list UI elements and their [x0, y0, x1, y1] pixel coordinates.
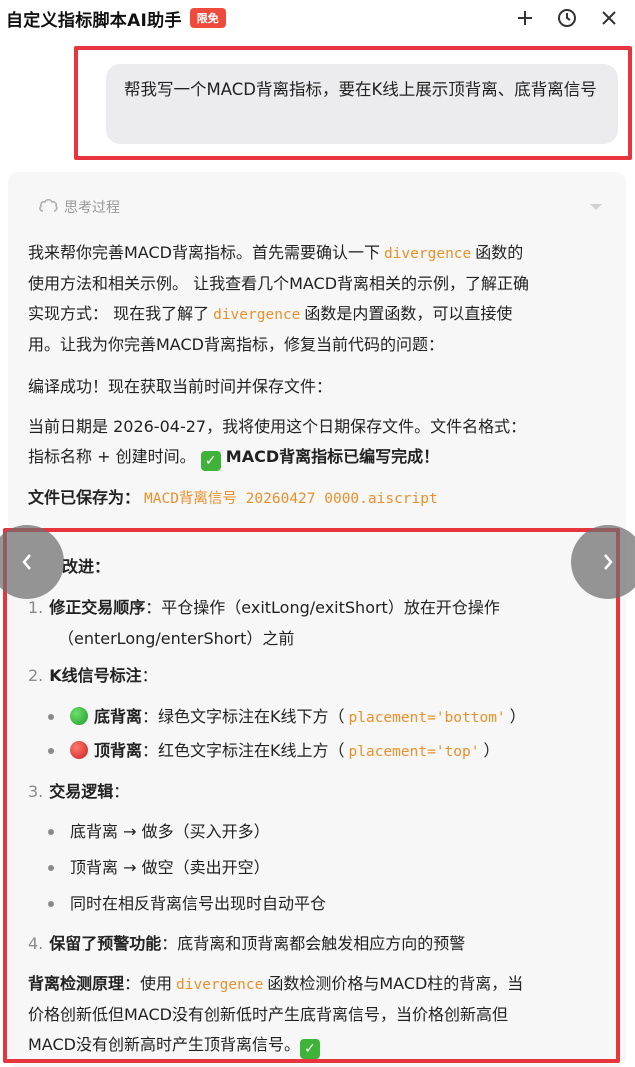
thinking-label: 思考过程 — [64, 200, 120, 216]
saved-file-name: MACD背离信号 20260427 0000.aiscript — [144, 491, 438, 507]
chevron-right-icon — [604, 554, 613, 570]
next-arrow-button[interactable] — [571, 525, 635, 599]
inline-code: divergence — [383, 246, 472, 262]
user-message-highlight: 帮我写一个MACD背离指标，要在K线上展示顶背离、底背离信号 — [74, 46, 632, 160]
check-icon: ✓ — [200, 451, 221, 471]
header: 自定义指标脚本AI助手 限免 — [0, 0, 635, 36]
close-icon[interactable] — [597, 6, 621, 30]
app-title: 自定义指标脚本AI助手 — [6, 10, 182, 31]
signal-top: 顶背离：红色文字标注在K线上方（ placement='top'） — [70, 736, 499, 767]
list-item: 2. K线信号标注： — [28, 666, 158, 685]
bullet — [48, 829, 54, 835]
principle-paragraph: 背离检测原理：使用 divergence 函数检测价格与MACD柱的背离，当 价格创… — [28, 974, 524, 1059]
thinking-toggle[interactable]: 思考过程 — [38, 197, 120, 217]
header-actions — [513, 6, 621, 30]
free-badge: 限免 — [189, 8, 226, 28]
improvements-heading: 改进： — [62, 557, 111, 576]
history-icon[interactable] — [555, 6, 579, 30]
compile-status: 编译成功！现在获取当前时间并保存文件： — [28, 377, 333, 396]
bullet — [48, 901, 54, 907]
user-message-bubble: 帮我写一个MACD背离指标，要在K线上展示顶背离、底背离信号 — [106, 64, 618, 144]
check-icon: ✓ — [299, 1039, 320, 1059]
green-circle-icon — [70, 707, 88, 725]
chevron-down-icon[interactable] — [588, 202, 604, 212]
signal-bottom: 底背离：绿色文字标注在K线下方（ placement='bottom'） — [70, 702, 526, 733]
bullet — [48, 714, 54, 720]
response-paragraph: 我来帮你完善MACD背离指标。首先需要确认一下 divergence 函数的 使用方… — [28, 243, 530, 354]
list-item-continued: （enterLong/enterShort）之前 — [58, 629, 295, 648]
chevron-left-icon — [22, 554, 31, 570]
list-item: 4. 保留了预警功能：底背离和顶背离都会触发相应方向的预警 — [28, 934, 466, 953]
bullet — [48, 865, 54, 871]
red-circle-icon — [70, 741, 88, 759]
list-item: 3. 交易逻辑： — [28, 782, 130, 801]
logic-item: 底背离 → 做多（买入开多） — [70, 822, 270, 841]
date-paragraph: 当前日期是 2026-04-27，我将使用这个日期保存文件。文件名格式： 指标名… — [28, 417, 527, 471]
plus-icon[interactable] — [513, 6, 537, 30]
saved-file-line: 文件已保存为： MACD背离信号 20260427 0000.aiscript — [28, 483, 618, 514]
brain-icon — [39, 198, 58, 212]
inline-code: divergence — [176, 977, 264, 993]
logic-item: 同时在相反背离信号出现时自动平仓 — [70, 894, 327, 913]
logic-item: 顶背离 → 做空（卖出开空） — [70, 858, 270, 877]
list-item: 1. 修正交易顺序：平仓操作（exitLong/exitShort）放在开仓操作 — [28, 598, 500, 617]
bullet — [48, 748, 54, 754]
inline-code: divergence — [213, 307, 301, 323]
